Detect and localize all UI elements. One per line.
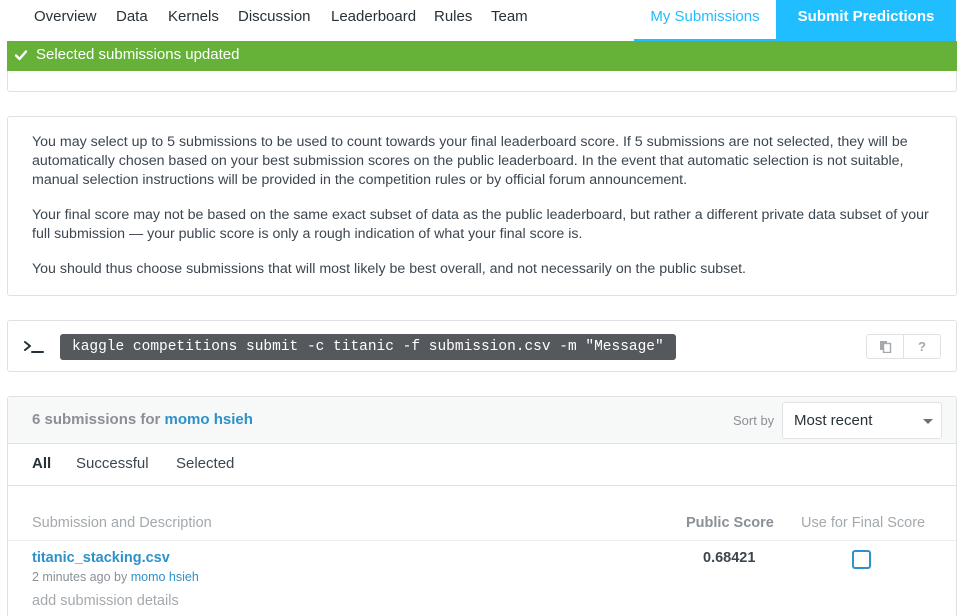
- success-alert: Selected submissions updated: [7, 41, 957, 71]
- command-help-button[interactable]: ?: [903, 335, 940, 358]
- add-submission-details-link[interactable]: add submission details: [32, 593, 179, 609]
- submission-meta: 2 minutes ago by momo hsieh: [32, 570, 199, 584]
- submitter-link[interactable]: momo hsieh: [165, 411, 253, 428]
- info-paragraph: You should thus choose submissions that …: [32, 261, 746, 277]
- submission-file-link[interactable]: titanic_stacking.csv: [32, 550, 170, 566]
- use-for-final-score-checkbox[interactable]: [852, 550, 871, 569]
- sort-selected-value: Most recent: [794, 412, 873, 429]
- nav-overview[interactable]: Overview: [34, 8, 97, 25]
- copy-icon: [879, 341, 891, 353]
- nav-leaderboard[interactable]: Leaderboard: [331, 8, 416, 25]
- nav-rules[interactable]: Rules: [434, 8, 472, 25]
- nav-discussion[interactable]: Discussion: [238, 8, 311, 25]
- info-paragraph: Your final score may not be based on the…: [32, 207, 929, 242]
- tab-selected[interactable]: Selected: [176, 455, 234, 472]
- competition-nav: Overview Data Kernels Discussion Leaderb…: [0, 0, 966, 41]
- copy-command-button[interactable]: [867, 335, 903, 358]
- submission-time: 2 minutes ago: [32, 570, 111, 584]
- submission-count-label: 6 submissions for: [32, 411, 161, 428]
- sort-by-label: Sort by: [733, 413, 775, 428]
- column-header-final-score: Use for Final Score: [801, 515, 926, 531]
- tab-successful[interactable]: Successful: [76, 455, 149, 472]
- sort-dropdown[interactable]: Most recent: [782, 402, 942, 439]
- check-icon: [15, 50, 27, 61]
- chevron-down-icon: [923, 419, 933, 424]
- api-command-text[interactable]: kaggle competitions submit -c titanic -f…: [60, 334, 676, 360]
- nav-team[interactable]: Team: [491, 8, 528, 25]
- submission-by: by: [114, 570, 128, 584]
- tab-my-submissions[interactable]: My Submissions: [634, 0, 776, 41]
- final-submission-info: You may select up to 5 submissions to be…: [7, 116, 957, 296]
- public-score-value: 0.68421: [703, 550, 756, 566]
- submission-count: 6 submissions for momo hsieh: [32, 411, 253, 428]
- divider: [8, 540, 956, 541]
- submission-filter-tabs: All Successful Selected: [8, 444, 956, 486]
- submissions-panel: 6 submissions for momo hsieh Sort by Mos…: [7, 396, 957, 616]
- alert-message: Selected submissions updated: [36, 46, 240, 63]
- api-command-card: kaggle competitions submit -c titanic -f…: [7, 320, 957, 372]
- nav-data[interactable]: Data: [116, 8, 148, 25]
- nav-kernels[interactable]: Kernels: [168, 8, 219, 25]
- column-header-description: Submission and Description: [32, 515, 212, 531]
- alert-card-body: [7, 71, 957, 92]
- column-header-public-score[interactable]: Public Score: [686, 515, 774, 531]
- tab-all[interactable]: All: [32, 455, 51, 472]
- terminal-prompt-icon: [24, 341, 44, 353]
- submit-predictions-button[interactable]: Submit Predictions: [776, 0, 956, 41]
- submissions-header: 6 submissions for momo hsieh Sort by Mos…: [8, 397, 956, 444]
- submission-user-link[interactable]: momo hsieh: [131, 570, 199, 584]
- info-paragraph: You may select up to 5 submissions to be…: [32, 134, 908, 188]
- command-actions: ?: [866, 334, 941, 359]
